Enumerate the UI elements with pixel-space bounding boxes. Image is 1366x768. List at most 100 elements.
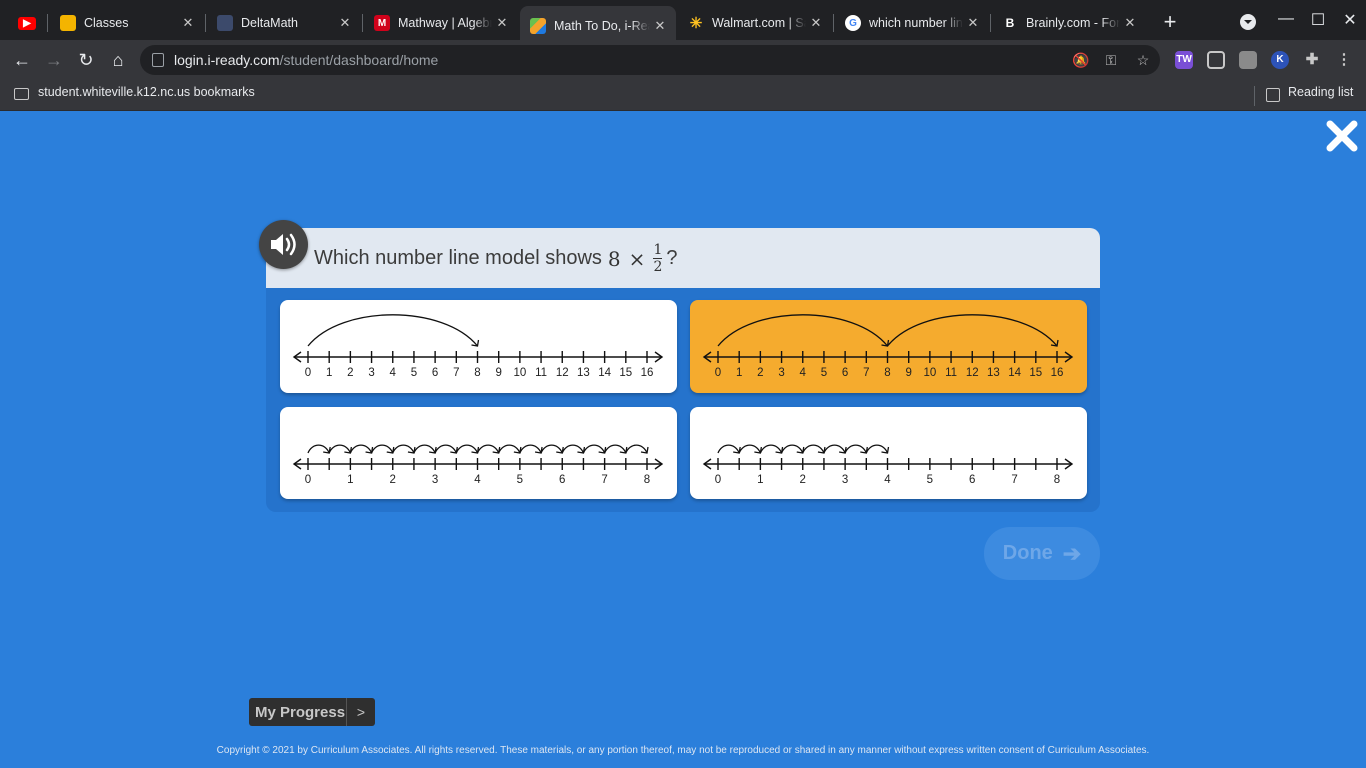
tick-label: 5 (821, 367, 827, 379)
mathway-icon: M (374, 15, 390, 31)
tick-label: 2 (800, 474, 806, 486)
extension-k-icon[interactable]: K (1271, 51, 1289, 69)
tick-label: 3 (432, 474, 438, 486)
close-tab-icon[interactable]: ✕ (178, 15, 198, 31)
tick-label: 0 (715, 474, 721, 486)
arrow-right-icon: ➔ (1062, 540, 1082, 566)
tab-title: Math To Do, i-Ready (554, 19, 650, 33)
close-tab-icon[interactable]: ✕ (963, 15, 983, 31)
close-tab-icon[interactable]: ✕ (492, 15, 512, 31)
tick-label: 3 (842, 474, 848, 486)
tab-title: Classes (84, 16, 129, 30)
tick-label: 3 (368, 367, 374, 379)
close-lesson-icon[interactable] (1326, 120, 1358, 152)
close-tab-icon[interactable]: ✕ (1120, 15, 1140, 31)
tick-label: 5 (411, 367, 417, 379)
address-bar[interactable]: login.i-ready.com/student/dashboard/home… (140, 45, 1160, 75)
extension-printer-icon[interactable] (1239, 51, 1257, 69)
tick-label: 0 (305, 367, 311, 379)
tick-label: 11 (535, 367, 547, 379)
tick-label: 4 (884, 474, 891, 486)
tab-deltamath[interactable]: DeltaMath ✕ (207, 6, 361, 40)
tick-label: 2 (757, 367, 763, 379)
reading-list-icon (1266, 88, 1280, 102)
close-tab-icon[interactable]: ✕ (806, 15, 826, 31)
tab-mathway[interactable]: M Mathway | Algebra ✕ (364, 6, 518, 40)
tab-title: DeltaMath (241, 16, 298, 30)
question-mark: ? (666, 247, 678, 269)
iready-icon (530, 18, 546, 34)
bookmark-star-icon[interactable]: ☆ (1134, 51, 1152, 69)
tick-label: 16 (1051, 367, 1064, 379)
tick-label: 14 (598, 367, 611, 379)
browser-toolbar: ← → ↻ ⌂ login.i-ready.com/student/dashbo… (0, 40, 1366, 80)
site-info-icon[interactable] (152, 53, 164, 67)
tab-search-icon[interactable] (1236, 13, 1260, 36)
answer-choice-a[interactable]: 0 1 2 3 4 5 6 7 8 9 10 11 12 13 14 15 16 (280, 300, 677, 393)
maximize-button[interactable]: ☐ (1306, 10, 1330, 30)
close-tab-icon[interactable]: ✕ (650, 18, 670, 34)
tab-google-search[interactable]: G which number line ✕ (835, 6, 989, 40)
tick-label: 1 (736, 367, 742, 379)
answer-choice-b[interactable]: 0 1 2 3 4 5 6 7 8 9 10 11 12 13 14 15 16 (690, 300, 1087, 393)
tab-title: Walmart.com | Save (712, 16, 806, 30)
extensions-puzzle-icon[interactable]: ✚ (1303, 51, 1321, 69)
tick-label: 5 (517, 474, 523, 486)
question-text: Which number line model shows 8 × 1 2 ? (314, 243, 678, 274)
tick-label: 5 (927, 474, 933, 486)
walmart-icon: ✳ (689, 15, 703, 32)
tab-classes[interactable]: Classes ✕ (50, 6, 204, 40)
tick-label: 7 (1011, 474, 1017, 486)
key-icon[interactable]: ⚿ (1102, 51, 1120, 69)
google-icon: G (845, 15, 861, 31)
tab-title: Brainly.com - For (1026, 16, 1120, 30)
back-button[interactable]: ← (11, 49, 33, 71)
jump-arc (886, 314, 1058, 347)
tick-label: 1 (326, 367, 332, 379)
folder-icon (14, 88, 29, 100)
browser-menu-icon[interactable]: ⋮ (1335, 51, 1353, 69)
home-button[interactable]: ⌂ (107, 49, 129, 71)
tick-label: 7 (601, 474, 607, 486)
my-progress-button[interactable]: My Progress > (249, 698, 375, 726)
close-tab-icon[interactable]: ✕ (335, 15, 355, 31)
bookmark-folder[interactable]: student.whiteville.k12.nc.us bookmarks (38, 85, 255, 99)
tick-label: 11 (945, 367, 957, 379)
jump-arc (307, 314, 479, 347)
tick-label: 4 (474, 474, 481, 486)
tick-label: 8 (644, 474, 650, 486)
answer-choice-c[interactable]: 0 1 2 3 4 5 6 7 8 (280, 407, 677, 499)
bookmarks-bar: student.whiteville.k12.nc.us bookmarks R… (0, 80, 1366, 111)
extension-tw-icon[interactable]: TW (1175, 51, 1193, 69)
tick-label: 3 (778, 367, 784, 379)
copyright-notice: Copyright © 2021 by Curriculum Associate… (216, 745, 1150, 756)
notifications-blocked-icon[interactable]: 🔕 (1072, 51, 1090, 69)
reading-list-button[interactable]: Reading list (1288, 85, 1353, 99)
url-text: login.i-ready.com/student/dashboard/home (174, 52, 439, 68)
tab-walmart[interactable]: ✳ Walmart.com | Save ✕ (678, 6, 832, 40)
forward-button[interactable]: → (43, 49, 65, 71)
read-aloud-button[interactable] (259, 220, 308, 269)
minimize-button[interactable]: — (1274, 10, 1298, 28)
tab-title: Mathway | Algebra (398, 16, 492, 30)
fraction-numerator: 1 (653, 242, 663, 258)
tick-label: 4 (390, 367, 397, 379)
tab-brainly[interactable]: B Brainly.com - For ✕ (992, 6, 1146, 40)
extension-reader-icon[interactable] (1207, 51, 1225, 69)
close-window-button[interactable]: ✕ (1338, 10, 1362, 30)
answer-choice-d[interactable]: 0 1 2 3 4 5 6 7 8 (690, 407, 1087, 499)
my-progress-label: My Progress (255, 703, 346, 721)
tab-youtube[interactable]: ▶ (8, 6, 46, 40)
speaker-icon (271, 233, 296, 256)
tick-label: 14 (1008, 367, 1021, 379)
tick-label: 10 (923, 367, 936, 379)
fraction: 1 2 (653, 242, 663, 275)
reload-button[interactable]: ↻ (75, 49, 97, 71)
fraction-denominator: 2 (653, 259, 663, 275)
tick-label: 9 (905, 367, 911, 379)
tick-label: 1 (347, 474, 353, 486)
done-button[interactable]: Done ➔ (984, 527, 1100, 580)
tick-label: 13 (987, 367, 1000, 379)
tab-title: which number line (869, 16, 963, 30)
new-tab-button[interactable]: + (1160, 11, 1180, 33)
